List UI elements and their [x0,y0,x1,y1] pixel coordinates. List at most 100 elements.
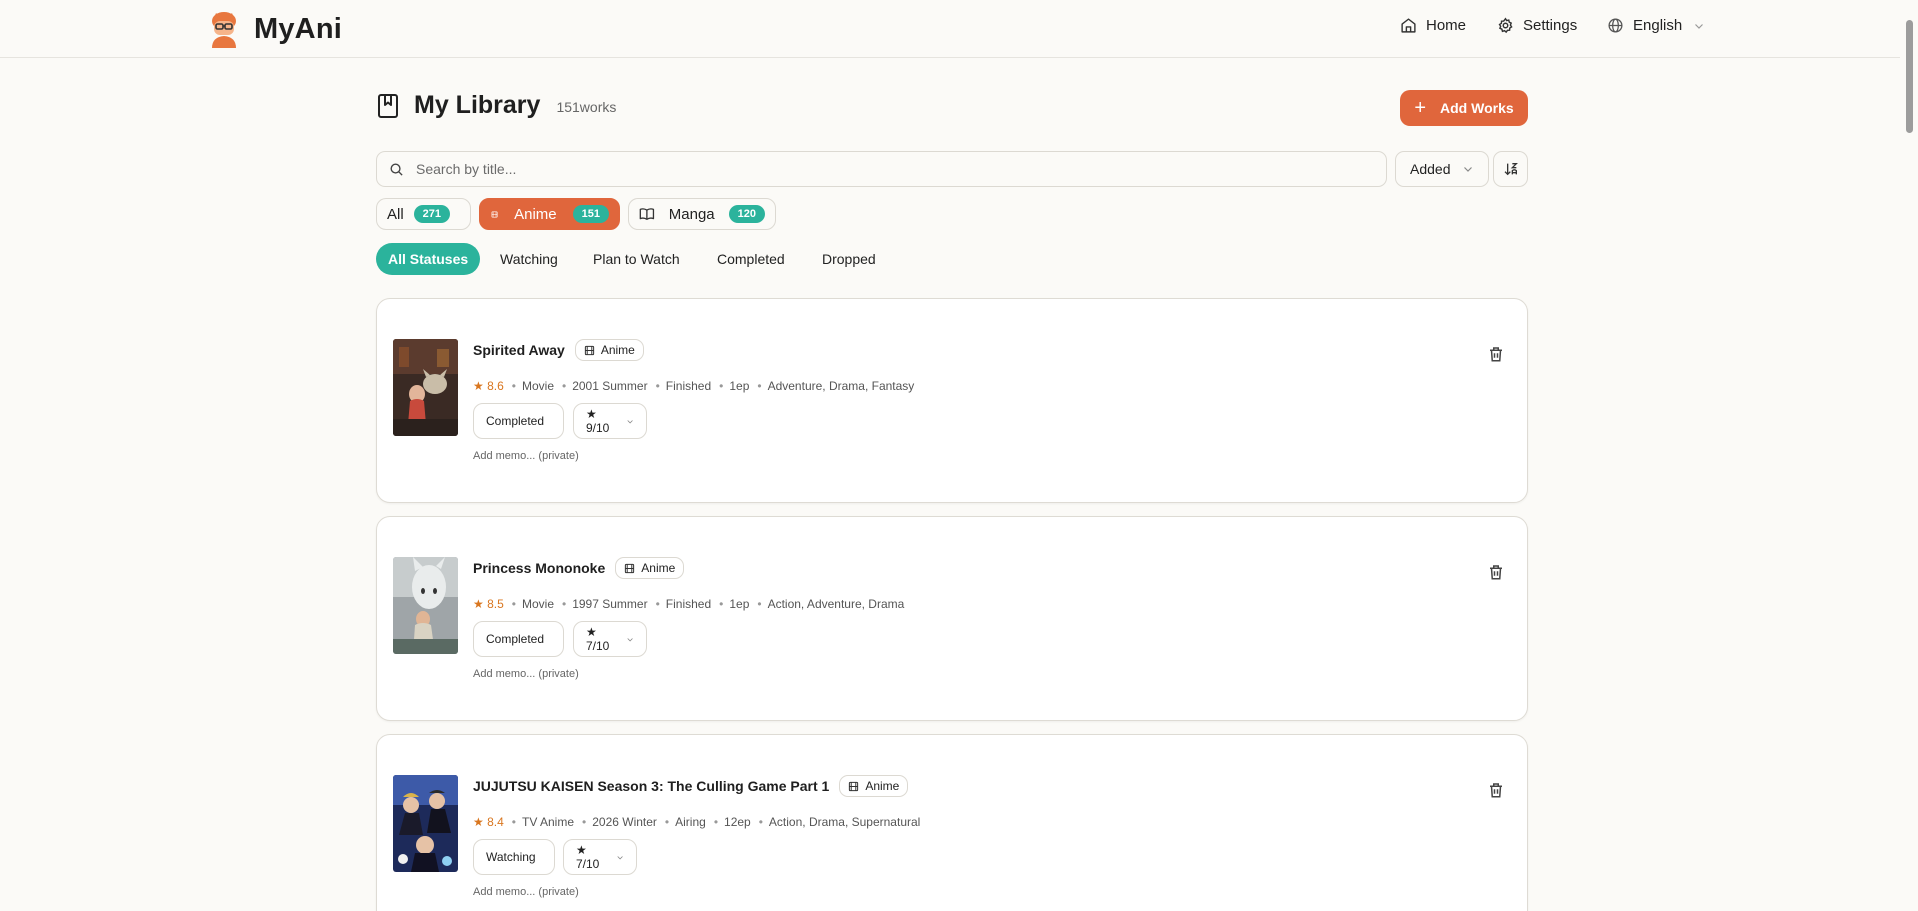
status-value: Watching [486,850,536,864]
filter-manga[interactable]: Manga 120 [628,198,776,230]
average-score: ★ 8.6 [473,379,504,393]
kind-label: Anime [600,343,635,357]
gear-icon [1498,17,1513,34]
average-score: ★ 8.4 [473,815,504,829]
status-select[interactable]: Completed [473,403,564,439]
bookmark-book-icon [378,93,398,118]
work-card[interactable]: JUJUTSU KAISEN Season 3: The Culling Gam… [376,734,1528,911]
work-meta: ★ 8.6 • Movie • 2001 Summer • Finished • 1ep… [473,379,915,393]
filter-all-count: 271 [413,205,451,223]
work-meta: ★ 8.5 • Movie • 1997 Summer • Finished • 1ep… [473,597,905,611]
library-heading: My Library 151works [376,91,616,120]
open-book-icon [639,208,655,220]
page-scrollbar[interactable] [1900,0,1918,911]
trash-icon[interactable] [1487,563,1505,581]
kind-tag: Anime [615,557,685,579]
chevron-down-icon [627,419,633,423]
chevron-down-icon [617,855,623,859]
filter-manga-label: Manga [668,205,715,223]
top-header: MyAni Home Settings English [0,0,1918,58]
film-icon [625,563,635,573]
rating-select[interactable]: ★ 7/10 [563,839,637,875]
status-select[interactable]: Completed [473,621,564,657]
status-value: Completed [486,632,545,646]
status-dropped[interactable]: Dropped [822,243,876,275]
rating-value: ★ 7/10 [586,625,610,653]
airing-state: Finished [665,597,712,611]
status-completed[interactable]: Completed [717,243,785,275]
film-icon [849,781,859,791]
brand-name: MyAni [254,12,342,45]
nav-home[interactable]: Home [1400,17,1466,34]
filter-anime[interactable]: Anime 151 [479,198,620,230]
kind-label: Anime [865,779,900,793]
status-watching[interactable]: Watching [500,243,558,275]
status-plan-to-watch[interactable]: Plan to Watch [593,243,680,275]
chevron-down-icon [1695,23,1704,29]
home-icon [1401,18,1416,33]
status-value: Completed [486,414,545,428]
brand-logo[interactable]: MyAni [208,10,342,48]
poster-image[interactable] [393,339,458,436]
work-genres: Action, Adventure, Drama [767,597,905,611]
nav-settings[interactable]: Settings [1497,17,1577,34]
scrollbar-thumb[interactable] [1906,20,1913,133]
work-format: Movie [521,379,554,393]
nav-settings-label: Settings [1523,17,1578,34]
sort-direction-button[interactable] [1493,151,1528,187]
episode-count: 12ep [724,815,751,829]
work-title[interactable]: Spirited Away [473,342,565,358]
search-input[interactable] [416,161,1316,177]
filter-all[interactable]: All 271 [376,198,471,230]
memo-field[interactable]: Add memo... (private) [473,668,579,680]
average-score: ★ 8.5 [473,597,504,611]
trash-icon[interactable] [1487,345,1505,363]
work-genres: Action, Drama, Supernatural [768,815,921,829]
work-season: 2026 Winter [592,815,657,829]
memo-field[interactable]: Add memo... (private) [473,450,579,462]
search-icon [390,163,403,176]
work-season: 2001 Summer [572,379,648,393]
rating-value: ★ 9/10 [586,407,610,435]
add-works-button[interactable]: + Add Works [1400,90,1528,126]
work-card[interactable]: Spirited Away Anime ★ 8.6 • Movie • 2001 S… [376,298,1528,503]
works-count: 151works [556,99,617,115]
search-box[interactable] [376,151,1387,187]
sort-select[interactable]: Added [1395,151,1489,187]
nav-home-label: Home [1426,17,1467,34]
filter-anime-label: Anime [514,205,557,223]
rating-select[interactable]: ★ 9/10 [573,403,647,439]
chevron-down-icon [1464,167,1473,172]
work-meta: ★ 8.4 • TV Anime • 2026 Winter • Airing • 12… [473,815,921,829]
poster-image[interactable] [393,557,458,654]
trash-icon[interactable] [1487,781,1505,799]
film-icon [491,211,498,217]
memo-field[interactable]: Add memo... (private) [473,886,579,898]
airing-state: Finished [665,379,712,393]
work-format: TV Anime [521,815,575,829]
card-title-row: JUJUTSU KAISEN Season 3: The Culling Gam… [473,775,909,797]
work-title[interactable]: JUJUTSU KAISEN Season 3: The Culling Gam… [473,778,829,794]
language-select[interactable]: English [1607,17,1705,34]
episode-count: 1ep [729,597,750,611]
globe-icon [1608,18,1623,33]
language-label: English [1633,17,1683,34]
filter-manga-count: 120 [728,205,765,223]
status-select[interactable]: Watching [473,839,555,875]
rating-select[interactable]: ★ 7/10 [573,621,647,657]
rating-value: ★ 7/10 [576,843,600,871]
card-title-row: Princess Mononoke Anime [473,557,685,579]
work-card[interactable]: Princess Mononoke Anime ★ 8.5 • Movie • 19… [376,516,1528,721]
work-season: 1997 Summer [572,597,648,611]
work-title[interactable]: Princess Mononoke [473,560,605,576]
sort-value: Added [1410,161,1451,177]
work-format: Movie [521,597,554,611]
poster-image[interactable] [393,775,458,872]
kind-label: Anime [641,561,676,575]
episode-count: 1ep [729,379,750,393]
status-all[interactable]: All Statuses [376,243,481,275]
work-genres: Adventure, Drama, Fantasy [767,379,915,393]
add-works-label: Add Works [1440,100,1514,116]
kind-tag: Anime [574,339,644,361]
card-title-row: Spirited Away Anime [473,339,644,361]
